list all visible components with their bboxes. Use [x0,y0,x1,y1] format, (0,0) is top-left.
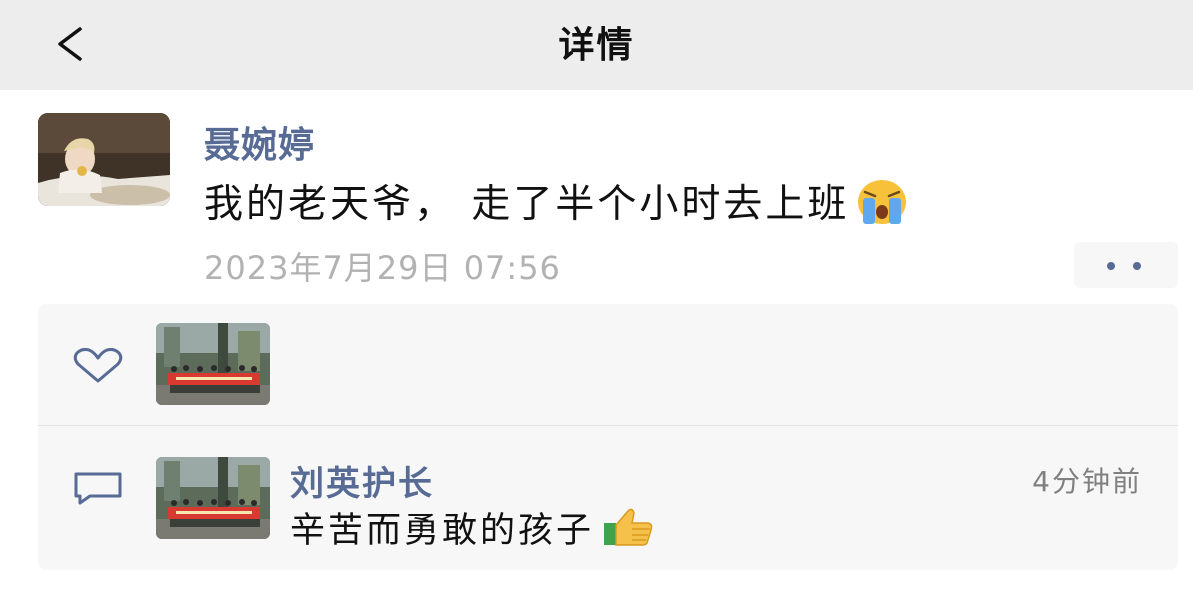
author-avatar[interactable] [38,113,170,206]
post-content: 我的老天爷， 走了半个小时去上班 [204,176,913,227]
comment-text: 辛苦而勇敢的孩子 [290,510,595,551]
liker-avatar[interactable] [156,323,270,405]
page-title: 详情 [558,25,635,66]
thumbs-up-icon [604,508,653,546]
post-text: 我的老天爷， 走了半个小时去上班 [204,182,850,227]
avatar-photo [38,113,170,206]
heart-outline-icon [73,348,123,383]
comment-content: 辛苦而勇敢的孩子 [290,504,654,551]
commenter-name[interactable]: 刘英护长 [290,456,434,505]
commenter-avatar[interactable] [156,457,270,539]
two-dots-icon [1107,262,1115,270]
comment-time: 4分钟前 [1032,465,1142,498]
crying-face-icon [858,180,907,224]
nav-bar: 详情 [0,0,1193,90]
group-photo [156,457,270,539]
comment-bubble-icon [74,472,122,505]
group-photo [156,323,270,405]
comment-item[interactable]: 刘英护长 4分钟前 辛苦而勇敢的孩子 [38,426,1178,570]
two-dots-icon [1133,262,1141,270]
moments-detail-page: 详情 聂婉婷 我的老天爷， 走了半个小时去上班 2023年7月29日 07:56 [0,0,1193,593]
author-name[interactable]: 聂婉婷 [204,116,315,168]
interaction-panel: 刘英护长 4分钟前 辛苦而勇敢的孩子 [38,304,1178,570]
post-timestamp: 2023年7月29日 07:56 [204,249,561,287]
likes-row [38,304,1178,425]
more-actions-button[interactable] [1074,242,1178,288]
